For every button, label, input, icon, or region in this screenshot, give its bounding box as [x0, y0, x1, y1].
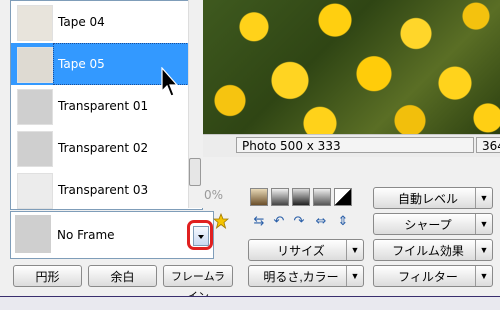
resize-label: リサイズ [277, 244, 325, 258]
contrast-tone-icon[interactable] [292, 188, 310, 206]
frame-thumbnail [17, 89, 53, 125]
margin-button[interactable]: 余白 [88, 265, 157, 287]
status-right-value: 364 [476, 137, 500, 153]
frame-thumbnail [17, 173, 53, 209]
soft-tone-icon[interactable] [313, 188, 331, 206]
resize-button[interactable]: リサイズ ▼ [248, 239, 364, 261]
list-item-label: Transparent 03 [58, 183, 149, 197]
frame-line-button[interactable]: フレームライン [163, 265, 233, 303]
flip-vertical-icon[interactable]: ⇕ [334, 214, 352, 230]
list-item-label: Tape 05 [58, 57, 105, 71]
frame-thumbnail [17, 47, 53, 83]
zoom-percent: 0% [204, 188, 224, 202]
list-item-label: Tape 04 [58, 15, 105, 29]
auto-level-label: 自動レベル [397, 192, 458, 206]
list-item-label: Transparent 02 [58, 141, 149, 155]
filter-button[interactable]: フィルター ▼ [373, 265, 493, 287]
chevron-down-icon[interactable]: ▼ [475, 214, 492, 234]
filter-label: フィルター [398, 270, 458, 284]
chevron-down-icon[interactable]: ▼ [475, 188, 492, 208]
sharp-label: シャープ [404, 218, 452, 232]
frame-dropdown-list[interactable]: Tape 04 Tape 05 Transparent 01 Transpare… [10, 0, 203, 210]
star-icon[interactable] [213, 213, 229, 229]
photo-info: Photo 500 x 333 [236, 137, 474, 153]
chevron-down-icon[interactable]: ▼ [346, 266, 363, 286]
list-item[interactable]: Tape 04 [11, 1, 189, 43]
scrollbar-thumb[interactable] [189, 158, 201, 186]
frame-thumbnail [15, 215, 51, 253]
negative-icon[interactable] [334, 188, 352, 206]
flip-horizontal-icon[interactable]: ⇔ [312, 214, 330, 230]
status-bar: Photo 500 x 333 364 [200, 134, 500, 157]
sepia-tone-icon[interactable] [250, 188, 268, 206]
sharp-button[interactable]: シャープ ▼ [373, 213, 493, 235]
film-effect-label: フイルム効果 [392, 244, 464, 258]
list-item-label: Transparent 01 [58, 99, 149, 113]
rotate-left-icon[interactable]: ↶ [270, 214, 288, 230]
photo-preview [200, 0, 500, 134]
stretch-icon[interactable]: ⇆ [250, 214, 268, 230]
grayscale-tone-icon[interactable] [271, 188, 289, 206]
chevron-down-icon[interactable]: ▼ [475, 266, 492, 286]
auto-level-button[interactable]: 自動レベル ▼ [373, 187, 493, 209]
mouse-cursor-icon [161, 67, 179, 97]
frame-combo-value: No Frame [57, 228, 115, 242]
film-effect-button[interactable]: フイルム効果 ▼ [373, 239, 493, 261]
rotate-right-icon[interactable]: ↷ [290, 214, 308, 230]
brightness-color-label: 明るさ,カラー [263, 270, 339, 284]
brightness-color-button[interactable]: 明るさ,カラー ▼ [248, 265, 364, 287]
circle-button[interactable]: 円形 [13, 265, 82, 287]
window-bottom-edge [0, 296, 500, 310]
list-item[interactable]: Transparent 03 [11, 169, 189, 209]
highlight-ring [187, 220, 213, 250]
frame-thumbnail [17, 131, 53, 167]
chevron-down-icon[interactable]: ▼ [346, 240, 363, 260]
list-item[interactable]: Transparent 02 [11, 127, 189, 169]
frame-thumbnail [17, 5, 53, 41]
chevron-down-icon[interactable]: ▼ [475, 240, 492, 260]
